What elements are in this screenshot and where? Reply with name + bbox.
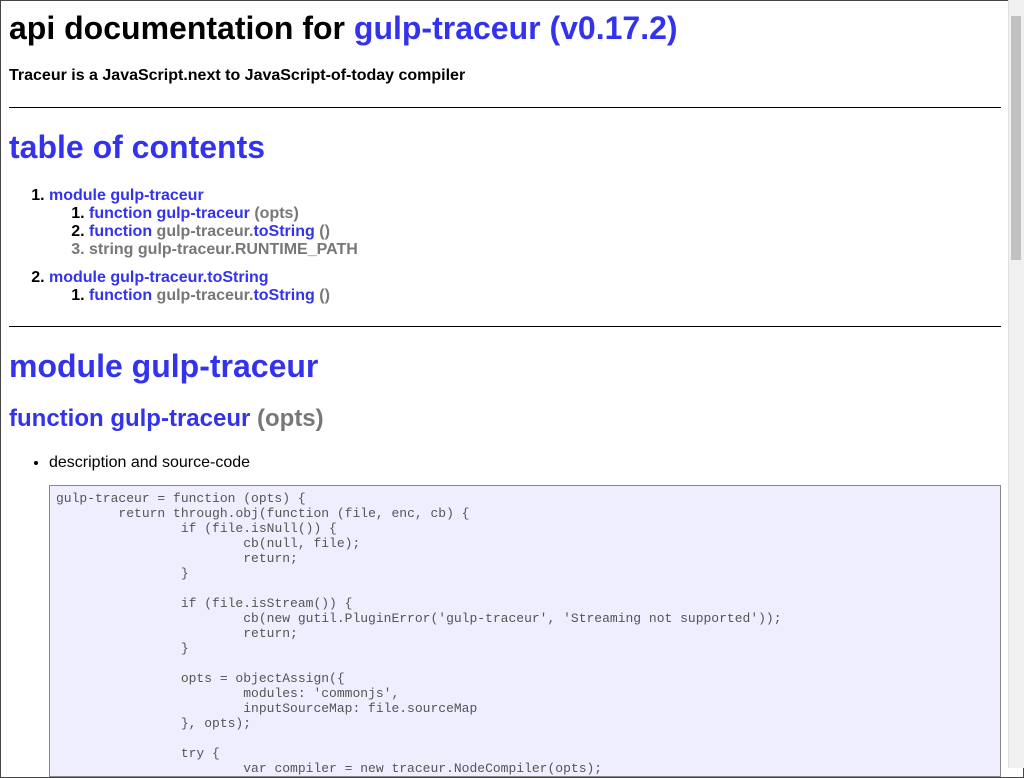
vertical-scrollbar[interactable]	[1008, 0, 1024, 768]
source-code-block: gulp-traceur = function (opts) { return …	[49, 485, 1001, 777]
item-args: ()	[319, 223, 330, 240]
item-prefix: gulp-traceur.	[156, 287, 254, 304]
toc-item: string gulp-traceur.RUNTIME_PATH	[89, 241, 1001, 259]
package-description: Traceur is a JavaScript.next to JavaScri…	[9, 67, 466, 84]
function-title: function gulp-traceur (opts)	[9, 405, 1001, 433]
title-prefix: api documentation for	[9, 10, 345, 46]
divider	[9, 326, 1001, 327]
toc-title: table of contents	[9, 129, 266, 165]
toc-item-link[interactable]: function gulp-traceur.toString ()	[89, 287, 330, 304]
toc-item: function gulp-traceur (opts)	[89, 205, 1001, 223]
item-name: toString	[253, 223, 315, 240]
toc-module: module gulp-traceur.toString function gu…	[49, 269, 1001, 305]
toc-list: module gulp-traceur function gulp-traceu…	[9, 187, 1001, 305]
toc-module-link[interactable]: module gulp-traceur.toString	[49, 269, 269, 286]
function-kind: function	[9, 405, 104, 432]
scrollbar-thumb[interactable]	[1011, 16, 1021, 260]
toc-module: module gulp-traceur function gulp-traceu…	[49, 187, 1001, 259]
item-name: gulp-traceur.RUNTIME_PATH	[137, 241, 358, 258]
toc-module-link[interactable]: module gulp-traceur	[49, 187, 204, 204]
toc-item-link[interactable]: function gulp-traceur.toString ()	[89, 223, 330, 240]
function-details: description and source-code gulp-traceur…	[9, 454, 1001, 777]
item-args: (opts)	[254, 205, 299, 222]
browser-viewport: api documentation for gulp-traceur (v0.1…	[0, 0, 1024, 778]
item-prefix: gulp-traceur.	[156, 223, 254, 240]
toc-item: function gulp-traceur.toString ()	[89, 287, 1001, 305]
function-args: (opts)	[257, 405, 324, 432]
description-label: description and source-code	[49, 454, 251, 471]
kind-label: function	[89, 205, 153, 222]
page-content: api documentation for gulp-traceur (v0.1…	[9, 1, 1001, 777]
function-name: gulp-traceur	[110, 405, 251, 432]
kind-label: function	[89, 223, 153, 240]
item-name: gulp-traceur	[156, 205, 250, 222]
toc-item-link[interactable]: function gulp-traceur (opts)	[89, 205, 299, 222]
package-link[interactable]: gulp-traceur (v0.17.2)	[354, 10, 678, 46]
page-title: api documentation for gulp-traceur (v0.1…	[9, 1, 1001, 47]
description-bullet: description and source-code gulp-traceur…	[49, 454, 1001, 777]
kind-label: string	[89, 241, 134, 258]
item-name: toString	[253, 287, 315, 304]
item-args: ()	[319, 287, 330, 304]
kind-label: function	[89, 287, 153, 304]
toc-item: function gulp-traceur.toString ()	[89, 223, 1001, 241]
divider	[9, 107, 1001, 108]
module-title: module gulp-traceur	[9, 348, 319, 384]
